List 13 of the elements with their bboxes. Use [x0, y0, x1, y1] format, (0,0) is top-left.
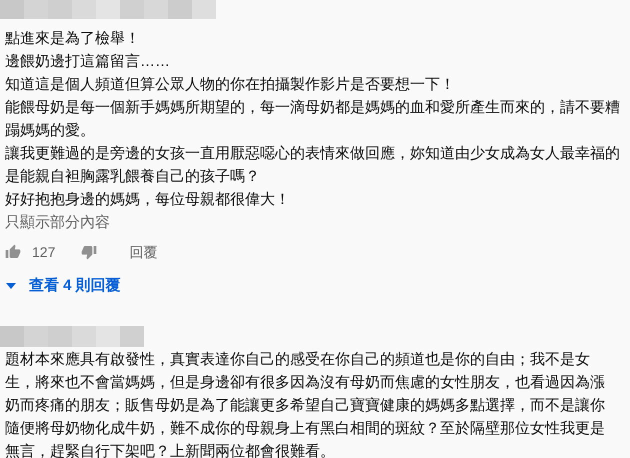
- reply-button[interactable]: 回覆: [129, 242, 158, 262]
- view-replies-button[interactable]: 查看 4 則回覆: [29, 274, 121, 298]
- like-count: 127: [32, 242, 56, 262]
- read-more-link[interactable]: 只顯示部分內容: [5, 211, 623, 234]
- comment-text: 讓我更難過的是旁邊的女孩一直用厭惡噁心的表情來做回應，妳知道由少女成為女人最幸福的是能親自袒胸露乳餵養自己的孩子嗎？: [5, 144, 621, 187]
- comment-text: 能餵母奶是每一個新手媽媽所期望的，每一滴母奶都是媽媽的血和愛所產生而來的，請不要糟蹋媽媽的愛。: [5, 98, 621, 141]
- thumbs-down-icon[interactable]: [81, 244, 98, 260]
- thumbs-up-icon[interactable]: [5, 244, 21, 260]
- comment-text: 好好抱抱身邊的媽媽，每位母親都很偉大！: [5, 190, 291, 210]
- comment-text: 邊餵奶邊打這篇留言……: [5, 52, 171, 72]
- comment-text: 知道這是個人頻道但算公眾人物的你在拍攝製作影片是否要想一下！: [5, 75, 456, 95]
- comment-text: 點進來是為了檢舉！: [5, 29, 141, 49]
- caret-down-icon[interactable]: [5, 282, 17, 290]
